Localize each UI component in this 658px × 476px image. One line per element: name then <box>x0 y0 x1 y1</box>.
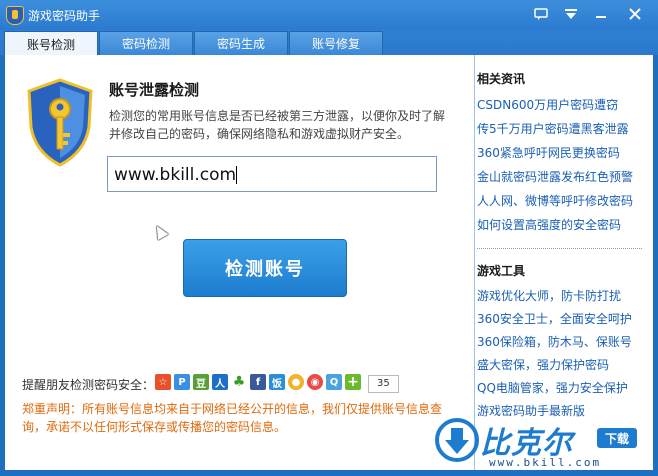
news-link[interactable]: 金山就密码泄露发布红色预警 <box>477 168 633 185</box>
share-icons: ☆ P 豆 人 ♣ f 饭 ● ◉ Q + <box>155 374 361 390</box>
title-bar[interactable]: 游戏密码助手 <box>0 0 658 30</box>
search-share-icon[interactable]: Q <box>326 374 342 390</box>
qzone-icon[interactable]: ☆ <box>155 374 171 390</box>
divider <box>474 55 475 470</box>
watermark-download: 下载 <box>597 428 637 448</box>
tools-title: 游戏工具 <box>477 264 526 278</box>
news-link[interactable]: CSDN600万用户密码遭窃 <box>477 96 618 113</box>
download-arrow-icon <box>435 418 479 462</box>
tool-link[interactable]: 游戏优化大师，防卡防打扰 <box>477 287 621 304</box>
news-title: 相关资讯 <box>477 72 526 86</box>
window-title: 游戏密码助手 <box>28 9 101 23</box>
tencent-weibo-icon[interactable]: 人 <box>212 374 228 390</box>
tab-bar: 账号检测 密码检测 密码生成 账号修复 <box>0 30 658 56</box>
share-count: 35 <box>368 375 399 393</box>
tool-link[interactable]: QQ电脑管家，强力安全保护 <box>477 379 628 396</box>
close-icon[interactable] <box>622 2 648 26</box>
more-share-icon[interactable]: + <box>345 374 361 390</box>
share-label: 提醒朋友检测密码安全： <box>22 378 155 392</box>
shield-key-icon <box>6 6 24 25</box>
sidebar-separator <box>477 248 642 249</box>
facebook-icon[interactable]: f <box>250 374 266 390</box>
news-link[interactable]: 人人网、微博等呼吁修改密码 <box>477 192 633 209</box>
page-title: 账号泄露检测 <box>109 81 200 99</box>
kaixin-icon[interactable]: ♣ <box>231 374 247 390</box>
tab-account-repair[interactable]: 账号修复 <box>289 31 383 55</box>
renren-icon[interactable]: P <box>174 374 190 390</box>
account-input-value: www.bkill.com <box>114 165 237 185</box>
tool-link[interactable]: 360保险箱，防木马、保账号 <box>477 333 632 350</box>
tab-password-generate[interactable]: 密码生成 <box>194 31 288 55</box>
sohu-icon[interactable]: 饭 <box>269 374 285 390</box>
watermark: 比克尔 下载 www.bkill.com <box>425 410 658 476</box>
account-input[interactable]: www.bkill.com <box>107 156 437 192</box>
shield-key-icon <box>27 78 93 167</box>
app-window: 游戏密码助手 账号检测 密码检测 密码生成 账号修复 账号泄露检测 检测您的常用… <box>0 0 658 476</box>
disclaimer: 郑重声明：所有账号信息均来自于网络已经公开的信息，我们仅提供账号信息查询，承诺不… <box>22 402 443 434</box>
description: 检测您的常用账号信息是否已经被第三方泄露，以便你及时了解并修改自己的密码，确保网… <box>109 109 446 141</box>
news-link[interactable]: 传5千万用户密码遭黑客泄露 <box>477 120 629 137</box>
watermark-url: www.bkill.com <box>489 456 602 469</box>
netease-icon[interactable]: ◉ <box>307 374 323 390</box>
tool-link[interactable]: 360安全卫士，全面安全呵护 <box>477 310 632 327</box>
tab-account-check[interactable]: 账号检测 <box>4 31 98 56</box>
feedback-icon[interactable] <box>528 2 554 26</box>
check-account-button[interactable]: 检测账号 <box>183 239 347 297</box>
sina-weibo-icon[interactable]: ● <box>288 374 304 390</box>
news-link[interactable]: 如何设置高强度的安全密码 <box>477 216 621 233</box>
tool-link[interactable]: 盛大密保，强力保护密码 <box>477 356 609 373</box>
douban-icon[interactable]: 豆 <box>193 374 209 390</box>
menu-icon[interactable] <box>558 2 584 26</box>
minimize-icon[interactable] <box>588 2 614 26</box>
mouse-cursor-icon <box>151 222 169 241</box>
news-link[interactable]: 360紧急呼吁网民更换密码 <box>477 144 620 161</box>
tab-password-check[interactable]: 密码检测 <box>99 31 193 55</box>
